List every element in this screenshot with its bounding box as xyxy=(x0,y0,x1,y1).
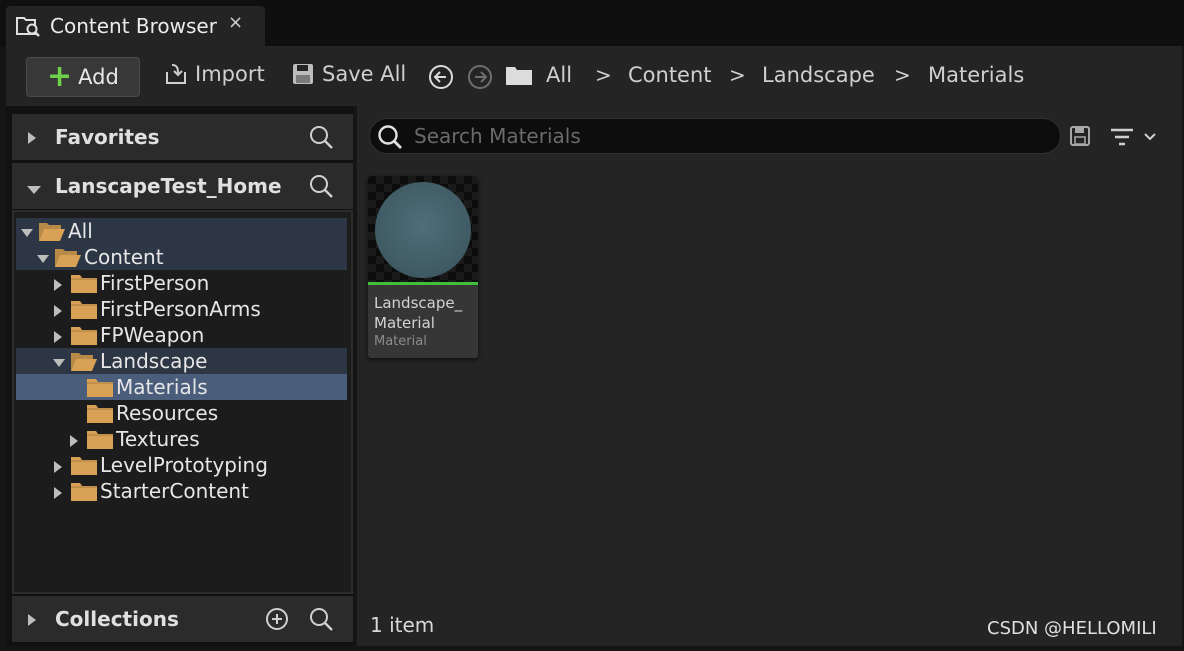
add-button[interactable]: + Add xyxy=(26,57,140,97)
asset-type-color-bar xyxy=(368,282,478,285)
collections-label: Collections xyxy=(55,607,179,631)
content-browser-icon xyxy=(14,13,42,39)
breadcrumb-separator: > xyxy=(894,63,911,87)
folder-icon xyxy=(70,298,98,320)
tab-content-browser[interactable]: Content Browser × xyxy=(6,6,265,46)
tree-item[interactable]: Resources xyxy=(16,400,347,426)
tree-item[interactable]: Materials xyxy=(16,374,347,400)
tree-item-label: StarterContent xyxy=(100,479,249,503)
add-circle-icon[interactable] xyxy=(264,606,290,632)
collections-section-header[interactable]: Collections xyxy=(12,596,353,642)
material-sphere-preview xyxy=(375,182,471,278)
folder-icon xyxy=(86,402,114,424)
folder-icon xyxy=(70,480,98,502)
search-bar xyxy=(369,118,1061,154)
breadcrumb-all[interactable]: All xyxy=(546,63,572,87)
back-arrow-icon[interactable] xyxy=(428,64,454,90)
folder-icon xyxy=(86,428,114,450)
breadcrumb-materials[interactable]: Materials xyxy=(928,63,1024,87)
folder-icon xyxy=(70,324,98,346)
expand-arrow-icon[interactable] xyxy=(52,459,64,473)
watermark: CSDN @HELLOMILI xyxy=(987,618,1157,639)
asset-thumbnail xyxy=(368,176,478,282)
collapse-arrow-icon[interactable] xyxy=(52,355,65,367)
tab-bar: Content Browser × xyxy=(0,0,1184,46)
asset-tile[interactable]: Landscape_ Material Material xyxy=(368,176,478,358)
save-all-button[interactable]: Save All xyxy=(290,61,406,87)
tree-item-label: All xyxy=(68,219,93,243)
expand-arrow-icon[interactable] xyxy=(52,329,64,343)
tree-item-label: Content xyxy=(84,245,164,269)
folder-open-icon xyxy=(54,246,82,268)
sources-panel: Favorites LanscapeTest_Home All Content Fi… xyxy=(6,106,353,646)
import-button-label: Import xyxy=(195,62,265,86)
folder-icon xyxy=(86,376,114,398)
folder-icon[interactable] xyxy=(505,63,533,89)
filter-icon[interactable] xyxy=(1109,126,1159,152)
tree-item[interactable]: FirstPerson xyxy=(16,270,347,296)
tree-item-label: FPWeapon xyxy=(100,323,205,347)
folder-icon xyxy=(70,454,98,476)
breadcrumb-content[interactable]: Content xyxy=(628,63,712,87)
tree-item-label: Materials xyxy=(116,375,208,399)
expand-arrow-icon xyxy=(26,130,38,149)
tree-item[interactable]: LevelPrototyping xyxy=(16,452,347,478)
toolbar: + Add Import Save All All > Content > La… xyxy=(6,46,1182,106)
tree-item-label: Textures xyxy=(116,427,200,451)
folder-icon xyxy=(70,272,98,294)
breadcrumb-landscape[interactable]: Landscape xyxy=(762,63,875,87)
expand-arrow-icon xyxy=(26,612,38,631)
tree-item[interactable]: All xyxy=(16,218,347,244)
tree-item-label: LevelPrototyping xyxy=(100,453,268,477)
forward-arrow-icon[interactable] xyxy=(467,64,493,90)
collapse-arrow-icon[interactable] xyxy=(20,225,33,237)
search-icon[interactable] xyxy=(308,124,334,150)
tree-item[interactable]: Landscape xyxy=(16,348,347,374)
tree-item[interactable]: FirstPersonArms xyxy=(16,296,347,322)
tab-title: Content Browser xyxy=(50,14,217,38)
search-input[interactable] xyxy=(414,124,1014,148)
tree-item-label: Resources xyxy=(116,401,219,425)
close-icon[interactable]: × xyxy=(228,12,243,33)
expand-arrow-icon[interactable] xyxy=(52,485,64,499)
expand-arrow-icon[interactable] xyxy=(52,303,64,317)
home-label: LanscapeTest_Home xyxy=(55,174,282,198)
asset-name: Landscape_ Material xyxy=(374,294,463,332)
folder-tree: All Content FirstPerson FirstPersonArms FPWe… xyxy=(12,210,353,594)
add-button-label: Add xyxy=(78,65,119,89)
collapse-arrow-icon xyxy=(26,181,42,200)
tree-item[interactable]: FPWeapon xyxy=(16,322,347,348)
favorites-section-header[interactable]: Favorites xyxy=(12,114,353,160)
collapse-arrow-icon[interactable] xyxy=(36,251,49,263)
favorites-label: Favorites xyxy=(55,125,160,149)
save-icon xyxy=(290,61,316,87)
tree-item[interactable]: Content xyxy=(16,244,347,270)
import-button[interactable]: Import xyxy=(163,61,265,87)
import-icon xyxy=(163,61,189,87)
search-icon[interactable] xyxy=(308,606,334,632)
tree-item[interactable]: StarterContent xyxy=(16,478,347,504)
tree-item-label: Landscape xyxy=(100,349,208,373)
asset-type: Material xyxy=(374,334,427,349)
plus-icon: + xyxy=(47,59,73,94)
search-icon xyxy=(376,123,404,151)
folder-open-icon xyxy=(38,220,66,242)
folder-open-icon xyxy=(70,350,98,372)
tree-item[interactable]: Textures xyxy=(16,426,347,452)
home-section-header[interactable]: LanscapeTest_Home xyxy=(12,163,353,209)
search-icon[interactable] xyxy=(308,173,334,199)
breadcrumb-separator: > xyxy=(595,63,612,87)
save-search-icon[interactable] xyxy=(1069,125,1091,151)
tree-item-label: FirstPersonArms xyxy=(100,297,261,321)
asset-view-panel: Landscape_ Material Material 1 item CSDN… xyxy=(357,106,1182,646)
item-count: 1 item xyxy=(370,613,435,637)
expand-arrow-icon[interactable] xyxy=(68,433,80,447)
tree-item-label: FirstPerson xyxy=(100,271,210,295)
breadcrumb-separator: > xyxy=(729,63,746,87)
save-all-button-label: Save All xyxy=(322,62,407,86)
expand-arrow-icon[interactable] xyxy=(52,277,64,291)
